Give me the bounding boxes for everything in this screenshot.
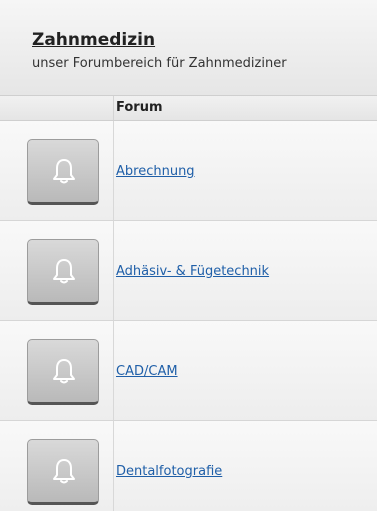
forum-row-dentalfotografie: Dentalfotografie — [0, 421, 377, 511]
forum-row-icon-cell — [0, 421, 114, 511]
forum-link-cad-cam[interactable]: CAD/CAM — [116, 364, 178, 379]
subscribe-bell-button[interactable] — [27, 139, 99, 205]
subscribe-bell-button[interactable] — [27, 439, 99, 505]
forum-link-adhaesiv-fuegetechnik[interactable]: Adhäsiv- & Fügetechnik — [116, 264, 269, 279]
forum-row-icon-cell — [0, 121, 114, 220]
subscribe-bell-button[interactable] — [27, 339, 99, 405]
subscribe-bell-button[interactable] — [27, 239, 99, 305]
forum-row-abrechnung: Abrechnung — [0, 121, 377, 221]
icon-column-header — [0, 96, 114, 120]
category-subtitle: unser Forumbereich für Zahnmediziner — [32, 56, 287, 71]
forum-row-cadcam: CAD/CAM — [0, 321, 377, 421]
bell-icon — [53, 459, 75, 484]
forum-row-icon-cell — [0, 321, 114, 420]
forum-row-icon-cell — [0, 221, 114, 320]
forum-row-adhaesiv: Adhäsiv- & Fügetechnik — [0, 221, 377, 321]
category-title-link[interactable]: Zahnmedizin — [32, 30, 155, 50]
forum-list: Abrechnung Adhäsiv- & Fügetechnik CAD/CA… — [0, 121, 377, 511]
category-header: Zahnmedizin unser Forumbereich für Zahnm… — [0, 0, 377, 96]
bell-icon — [53, 259, 75, 284]
bell-icon — [53, 359, 75, 384]
forum-column-label: Forum — [116, 100, 163, 115]
table-column-header: Forum — [0, 96, 377, 121]
forum-link-dentalfotografie[interactable]: Dentalfotografie — [116, 464, 222, 479]
bell-icon — [53, 159, 75, 184]
forum-link-abrechnung[interactable]: Abrechnung — [116, 164, 195, 179]
